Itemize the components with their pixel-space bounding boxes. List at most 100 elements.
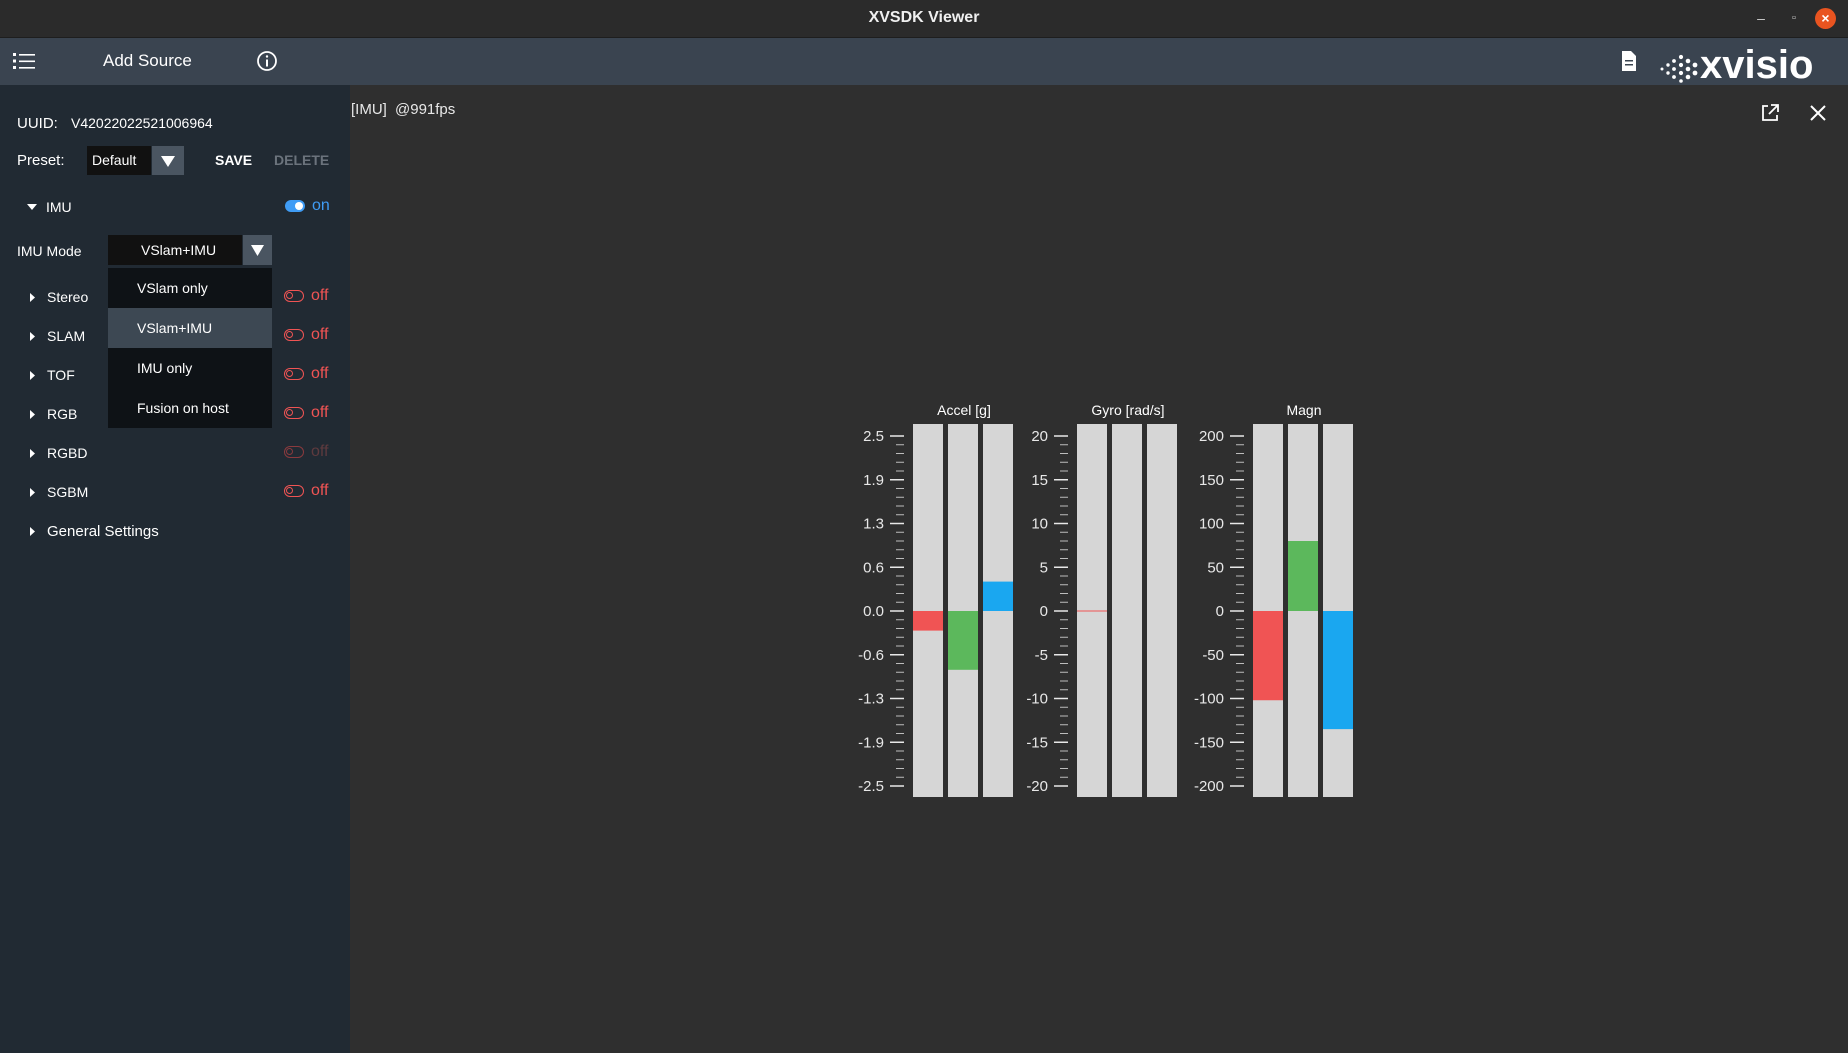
imu-mode-dropdown-button[interactable]	[243, 235, 272, 265]
section-label: RGBD	[47, 445, 88, 461]
expand-right-icon	[30, 371, 35, 380]
delete-button[interactable]: DELETE	[274, 152, 329, 168]
popout-icon[interactable]	[1760, 103, 1780, 123]
magn-chart-title: Magn	[1286, 402, 1321, 418]
gyro-tick-label: 10	[1031, 516, 1048, 533]
magn-tick-label: 0	[1216, 603, 1224, 620]
document-icon[interactable]	[1618, 49, 1640, 73]
imu-bar-chart: Accel [g] 2.5 1.9 1.3 0.6 0.0 -0.6 -1.3 -1.9 -2.5…	[858, 402, 1353, 797]
accel-tick-label: 0.0	[863, 603, 884, 620]
imu-toggle[interactable]	[285, 200, 305, 212]
imu-section-label[interactable]: IMU	[46, 199, 72, 215]
accel-bar-value	[913, 611, 943, 631]
imu-mode-value: VSlam+IMU	[141, 242, 217, 258]
imu-state: on	[312, 197, 330, 214]
magn-tick-label: -50	[1202, 647, 1224, 664]
sgbm-toggle[interactable]	[284, 485, 304, 497]
toolbar: Add Source xvisio	[0, 38, 1848, 85]
accel-chart-title: Accel [g]	[937, 402, 991, 418]
preset-value: Default	[92, 152, 137, 168]
imu-mode-select[interactable]: VSlam+IMU	[108, 235, 242, 265]
logo-text: xvisio	[1700, 43, 1813, 83]
sidebar	[0, 85, 350, 1053]
stereo-toggle[interactable]	[284, 290, 304, 302]
magn-bar-value	[1323, 611, 1353, 730]
accel-tick-label: -1.3	[858, 691, 884, 708]
preset-dropdown-button[interactable]	[152, 146, 184, 175]
accel-tick-label: -2.5	[858, 778, 884, 795]
expand-right-icon	[30, 332, 35, 341]
accel-bar-value	[983, 581, 1013, 611]
gyro-tick-label: 0	[1040, 603, 1048, 620]
magn-tick-label: 150	[1199, 472, 1224, 489]
imu-mode-option[interactable]: IMU only	[108, 348, 272, 388]
expand-right-icon	[30, 449, 35, 458]
close-window-icon[interactable]: ×	[1815, 8, 1836, 29]
gyro-tick-label: -15	[1026, 734, 1048, 751]
accel-bar-track	[948, 424, 978, 797]
gyro-tick-label: 5	[1040, 559, 1048, 576]
gyro-tick-label: -10	[1026, 691, 1048, 708]
chevron-down-icon	[251, 245, 264, 256]
expand-down-icon[interactable]	[26, 203, 38, 211]
imu-mode-label: IMU Mode	[17, 243, 82, 259]
imu-mode-option[interactable]: Fusion on host	[108, 388, 272, 428]
rgbd-toggle[interactable]	[284, 446, 304, 458]
tof-toggle[interactable]	[284, 368, 304, 380]
window-title: XVSDK Viewer	[868, 9, 980, 26]
accel-tick-label: 0.6	[863, 559, 884, 576]
rgb-state: off	[311, 404, 329, 421]
gyro-bar-track	[1147, 424, 1177, 797]
preset-label: Preset:	[17, 152, 65, 169]
accel-tick-label: -1.9	[858, 734, 884, 751]
slam-toggle[interactable]	[284, 329, 304, 341]
stream-tag: [IMU]	[351, 101, 387, 118]
sgbm-state: off	[311, 482, 329, 499]
tof-state: off	[311, 365, 329, 382]
section-label: TOF	[47, 367, 75, 383]
preset-select[interactable]: Default	[87, 146, 151, 175]
rgbd-state: off	[311, 443, 329, 460]
imu-mode-option[interactable]: VSlam only	[108, 268, 272, 308]
accel-tick-label: 2.5	[863, 428, 884, 445]
section-label: RGB	[47, 406, 78, 422]
magn-bar-value	[1253, 611, 1283, 701]
uuid-label: UUID:	[17, 115, 58, 132]
expand-right-icon	[30, 293, 35, 302]
add-source-button[interactable]: Add Source	[103, 51, 192, 71]
imu-mode-dropdown: VSlam only VSlam+IMU IMU only Fusion on …	[108, 268, 272, 428]
magn-tick-label: 200	[1199, 428, 1224, 445]
close-view-icon[interactable]	[1809, 104, 1827, 122]
uuid-value: V42022022521006964	[71, 115, 213, 131]
accel-bar-value	[948, 611, 978, 670]
section-label: SLAM	[47, 328, 86, 344]
info-icon[interactable]	[256, 50, 278, 72]
expand-right-icon	[30, 527, 35, 536]
gyro-chart-title: Gyro [rad/s]	[1091, 402, 1164, 418]
menu-list-icon[interactable]	[12, 50, 36, 72]
chevron-down-icon	[161, 156, 175, 167]
minimize-icon[interactable]: –	[1751, 8, 1771, 28]
slam-state: off	[311, 326, 329, 343]
gyro-tick-label: -5	[1035, 647, 1048, 664]
magn-tick-label: -200	[1194, 778, 1224, 795]
magn-bar-value	[1288, 541, 1318, 611]
accel-bar-track	[913, 424, 943, 797]
magn-tick-label: -150	[1194, 734, 1224, 751]
imu-mode-option-selected[interactable]: VSlam+IMU	[108, 308, 272, 348]
viewer-header: [IMU] @991fps	[351, 101, 455, 118]
magn-tick-label: -100	[1194, 691, 1224, 708]
general-settings-label: General Settings	[47, 523, 159, 540]
rgb-toggle[interactable]	[284, 407, 304, 419]
section-label: SGBM	[47, 484, 89, 500]
save-button[interactable]: SAVE	[215, 152, 252, 168]
stereo-state: off	[311, 287, 329, 304]
gyro-tick-label: 15	[1031, 472, 1048, 489]
section-label: Stereo	[47, 289, 89, 305]
accel-tick-label: 1.3	[863, 516, 884, 533]
restore-icon[interactable]: ▫	[1784, 8, 1804, 28]
title-bar: XVSDK Viewer – ▫ ×	[0, 0, 1848, 38]
xvisio-logo: xvisio	[1660, 43, 1813, 83]
fps-readout: @991fps	[395, 101, 456, 118]
magn-bar-track	[1253, 424, 1283, 797]
